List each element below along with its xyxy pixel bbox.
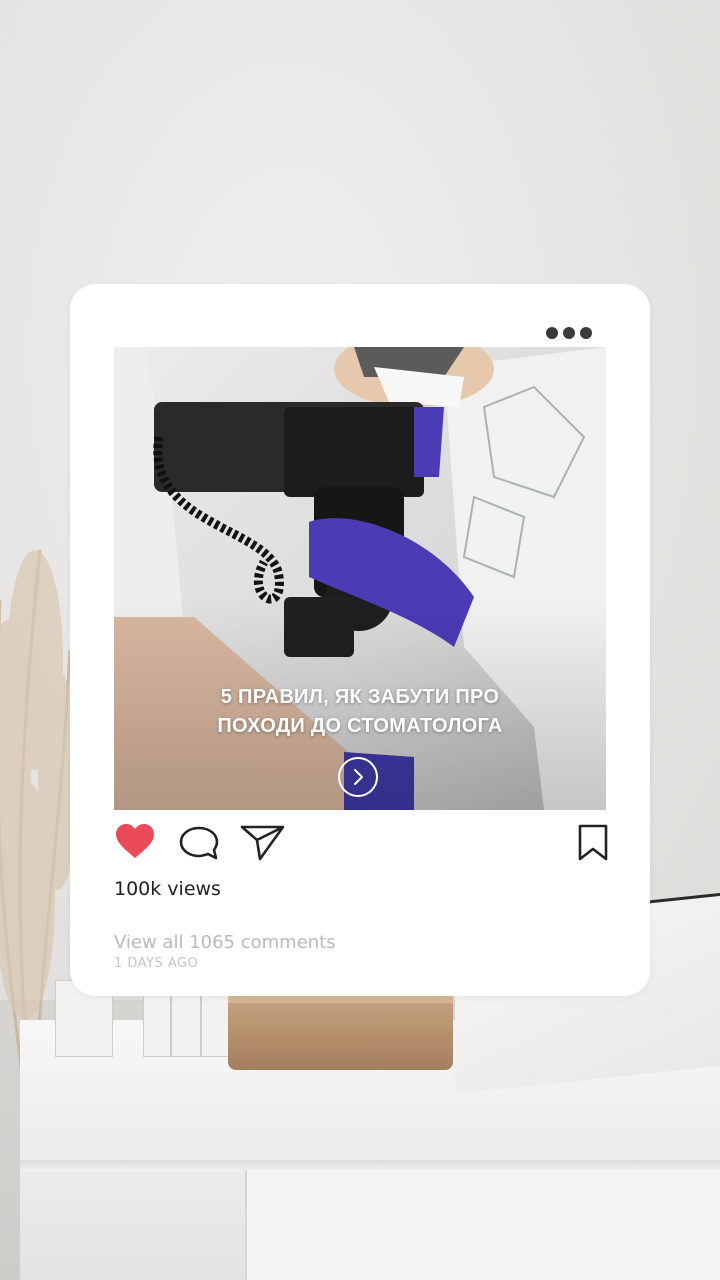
next-slide-button[interactable] [338,757,378,797]
save-button[interactable] [578,824,608,862]
dot [546,327,558,339]
dot [563,327,575,339]
paper-plane-icon [240,825,285,861]
view-comments-link[interactable]: View all 1065 comments [114,932,336,953]
chevron-right-icon [354,769,363,785]
comment-bubble-icon [179,826,219,860]
table-front [245,1170,720,1280]
bookmark-icon [578,824,608,861]
more-options-icon[interactable] [546,326,592,340]
post-image-title: 5 ПРАВИЛ, ЯК ЗАБУТИ ПРО ПОХОДИ ДО СТОМАТ… [0,683,720,741]
dot [580,327,592,339]
views-count: 100k views [114,878,221,900]
heart-icon [116,824,154,858]
like-button[interactable] [115,824,155,860]
share-button[interactable] [240,824,286,862]
post-image-title-line: 5 ПРАВИЛ, ЯК ЗАБУТИ ПРО [220,686,500,708]
post-timestamp: 1 DAYS AGO [114,956,199,971]
post-image-title-line: ПОХОДИ ДО СТОМАТОЛОГА [217,715,503,737]
comment-button[interactable] [178,825,220,863]
